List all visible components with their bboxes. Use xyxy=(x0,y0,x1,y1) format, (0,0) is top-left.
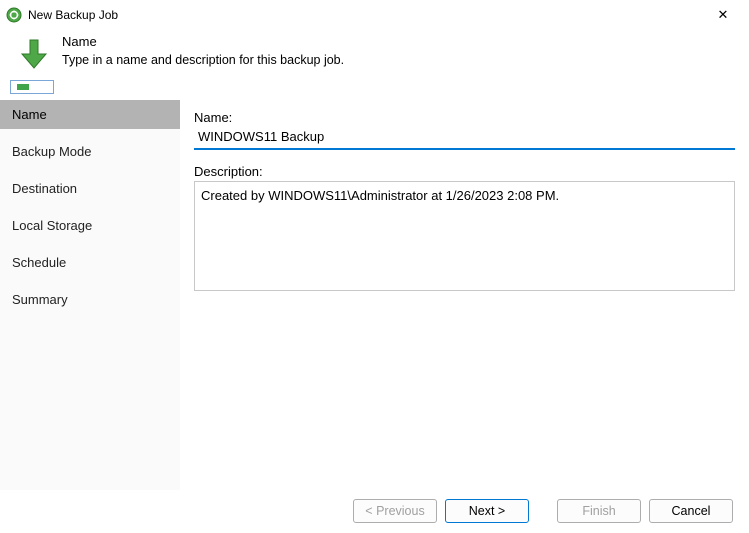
next-button[interactable]: Next > xyxy=(445,499,529,523)
header-title: Name xyxy=(62,34,344,49)
window-title: New Backup Job xyxy=(28,8,118,22)
description-label: Description: xyxy=(194,164,735,179)
name-label: Name: xyxy=(194,110,735,125)
wizard-content: Name: Description: xyxy=(180,100,749,490)
progress-bar xyxy=(10,80,54,94)
progress-indicator xyxy=(0,80,749,100)
close-button[interactable]: ✕ xyxy=(703,0,743,30)
cancel-button[interactable]: Cancel xyxy=(649,499,733,523)
step-summary[interactable]: Summary xyxy=(0,285,180,314)
titlebar: New Backup Job ✕ xyxy=(0,0,749,30)
app-icon xyxy=(6,7,22,23)
wizard-steps-sidebar: Name Backup Mode Destination Local Stora… xyxy=(0,100,180,490)
header-subtitle: Type in a name and description for this … xyxy=(62,53,344,67)
wizard-footer: < Previous Next > Finish Cancel xyxy=(0,489,749,533)
step-name[interactable]: Name xyxy=(0,100,180,129)
step-local-storage[interactable]: Local Storage xyxy=(0,211,180,240)
step-schedule[interactable]: Schedule xyxy=(0,248,180,277)
step-destination[interactable]: Destination xyxy=(0,174,180,203)
description-input[interactable] xyxy=(194,181,735,291)
finish-button: Finish xyxy=(557,499,641,523)
download-arrow-icon xyxy=(16,36,52,72)
previous-button: < Previous xyxy=(353,499,437,523)
name-input[interactable] xyxy=(194,127,735,150)
step-backup-mode[interactable]: Backup Mode xyxy=(0,137,180,166)
wizard-header: Name Type in a name and description for … xyxy=(0,30,749,80)
